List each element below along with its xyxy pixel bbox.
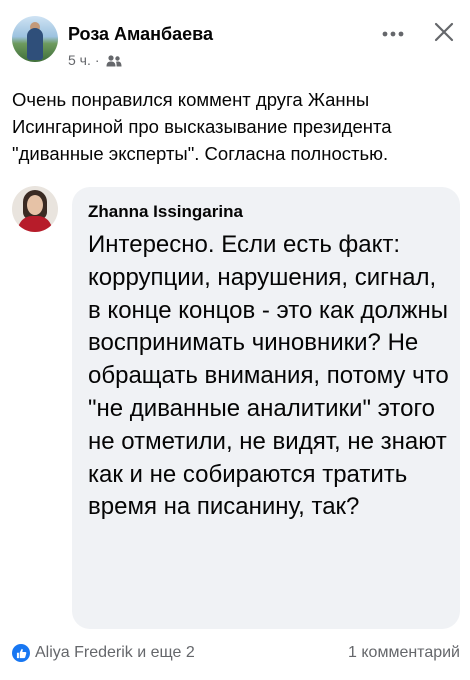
reactions-summary[interactable]: Aliya Frederik и еще 2 xyxy=(12,644,195,662)
close-icon xyxy=(434,22,454,42)
facebook-post: Роза Аманбаева 5 ч. · Очень понравился к… xyxy=(0,0,470,680)
friends-icon[interactable] xyxy=(106,54,122,67)
more-icon xyxy=(382,31,404,37)
post-time[interactable]: 5 ч. xyxy=(68,52,91,68)
more-options-button[interactable] xyxy=(380,24,406,44)
avatar-body xyxy=(27,28,43,60)
commenter-avatar[interactable] xyxy=(12,186,58,232)
post-text: Очень понравился коммент друга Жанны Иси… xyxy=(12,89,392,164)
avatar-face xyxy=(27,195,43,215)
comment-bubble: Zhanna Issingarina Интересно. Если есть … xyxy=(72,187,460,629)
avatar-shirt xyxy=(18,216,52,232)
post-footer: Aliya Frederik и еще 2 1 комментарий xyxy=(12,642,460,668)
like-icon xyxy=(12,644,30,662)
author-avatar[interactable] xyxy=(12,16,58,62)
post-meta: 5 ч. · xyxy=(68,52,122,68)
comment-author[interactable]: Zhanna Issingarina xyxy=(88,202,243,222)
close-button[interactable] xyxy=(432,20,456,44)
comment-text: Интересно. Если есть факт: коррупции, на… xyxy=(88,231,449,521)
comments-count[interactable]: 1 комментарий xyxy=(348,644,460,662)
post-header: Роза Аманбаева 5 ч. · xyxy=(12,14,458,70)
meta-separator: · xyxy=(94,52,100,68)
reactions-label: Aliya Frederik и еще 2 xyxy=(35,644,195,661)
author-name[interactable]: Роза Аманбаева xyxy=(68,24,213,45)
